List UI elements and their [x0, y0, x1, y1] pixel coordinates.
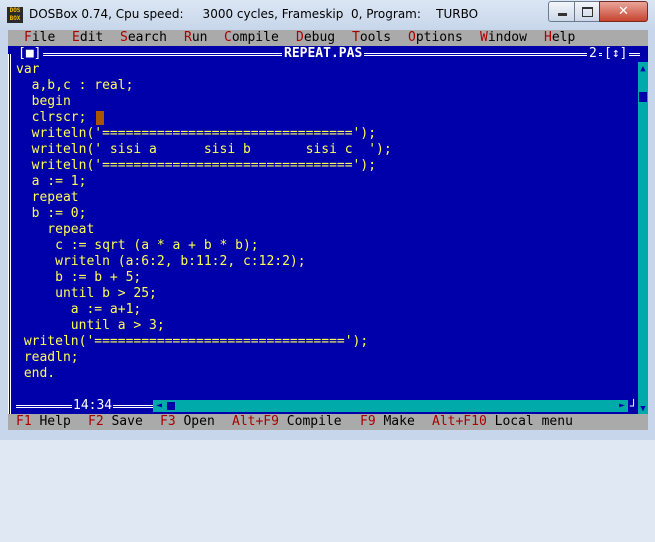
cursor-position: 14:34 — [72, 398, 114, 414]
vertical-scrollbar[interactable]: ▲ ▼ — [638, 62, 648, 416]
scroll-up-arrow-icon[interactable]: ▲ — [638, 64, 648, 74]
menu-run[interactable]: Run — [184, 30, 207, 46]
menu-window[interactable]: Window — [480, 30, 527, 46]
window-border-left — [0, 30, 8, 430]
status-save[interactable]: F2 Save — [88, 414, 143, 430]
editor-zoom-box[interactable]: [↕] — [602, 46, 630, 62]
status-open[interactable]: F3 Open — [160, 414, 215, 430]
editor-frame-bottom: 14:34 ◄ ► ┘ — [8, 398, 648, 414]
editor-filename: REPEAT.PAS — [282, 46, 365, 62]
dos-screen[interactable]: File Edit Search Run Compile Debug Tools… — [8, 30, 648, 430]
dosbox-icon[interactable]: DOS BOX — [7, 7, 23, 23]
close-box-icon: [■] — [18, 46, 42, 61]
horizontal-scrollbar[interactable]: ◄ ► — [153, 400, 628, 412]
code-line[interactable]: writeln('===============================… — [16, 334, 636, 350]
text-cursor — [96, 111, 104, 125]
code-line[interactable]: var — [16, 62, 636, 78]
menu-compile[interactable]: Compile — [224, 30, 279, 46]
code-line[interactable]: b := 0; — [16, 206, 636, 222]
code-editor[interactable]: var a,b,c : real; begin clrscr; writeln(… — [16, 62, 636, 412]
vertical-scroll-thumb[interactable] — [639, 92, 647, 102]
code-line[interactable]: until a > 3; — [16, 318, 636, 334]
code-line[interactable]: end. — [16, 366, 636, 382]
status-compile[interactable]: Alt+F9 Compile — [232, 414, 342, 430]
code-line[interactable]: repeat — [16, 222, 636, 238]
menu-options[interactable]: Options — [408, 30, 463, 46]
code-line[interactable]: b := b + 5; — [16, 270, 636, 286]
code-line[interactable]: writeln(' sisi a sisi b sisi c '); — [16, 142, 636, 158]
minimize-button[interactable] — [548, 1, 576, 22]
scroll-right-arrow-icon[interactable]: ► — [616, 400, 628, 412]
code-line[interactable]: writeln('===============================… — [16, 158, 636, 174]
window-title: DOSBox 0.74, Cpu speed: 3000 cycles, Fra… — [29, 7, 479, 21]
menu-file[interactable]: File — [24, 30, 55, 46]
menu-search[interactable]: Search — [120, 30, 167, 46]
code-line[interactable]: writeln('===============================… — [16, 126, 636, 142]
code-line[interactable]: begin — [16, 94, 636, 110]
code-line[interactable]: until b > 25; — [16, 286, 636, 302]
code-line[interactable]: writeln (a:6:2, b:11:2, c:12:2); — [16, 254, 636, 270]
code-line[interactable]: clrscr; — [16, 110, 636, 126]
menu-edit[interactable]: Edit — [72, 30, 103, 46]
zoom-icon: [↕] — [604, 46, 628, 61]
resize-corner-icon[interactable]: ┘ — [630, 398, 637, 414]
menu-tools[interactable]: Tools — [352, 30, 391, 46]
code-line[interactable]: c := sqrt (a * a + b * b); — [16, 238, 636, 254]
code-line[interactable]: readln; — [16, 350, 636, 366]
status-bar: F1 Help F2 Save F3 Open Alt+F9 Compile F… — [8, 414, 648, 430]
editor-frame-top: [■] REPEAT.PAS 2 [↕] — [8, 46, 648, 62]
maximize-icon — [582, 6, 593, 17]
close-button[interactable]: ✕ — [599, 1, 648, 22]
scroll-left-arrow-icon[interactable]: ◄ — [153, 400, 165, 412]
horizontal-scroll-thumb[interactable] — [167, 402, 175, 410]
code-line[interactable]: a := 1; — [16, 174, 636, 190]
menu-debug[interactable]: Debug — [296, 30, 335, 46]
status-make[interactable]: F9 Make — [360, 414, 415, 430]
editor-close-box[interactable]: [■] — [16, 46, 44, 62]
menu-help[interactable]: Help — [544, 30, 575, 46]
window-titlebar[interactable]: DOS BOX DOSBox 0.74, Cpu speed: 3000 cycl… — [0, 0, 655, 31]
status-local-menu[interactable]: Alt+F10 Local menu — [432, 414, 573, 430]
close-icon: ✕ — [618, 4, 629, 19]
maximize-button[interactable] — [574, 1, 601, 22]
code-line[interactable]: a,b,c : real; — [16, 78, 636, 94]
minimize-icon — [557, 13, 567, 16]
code-line[interactable]: repeat — [16, 190, 636, 206]
window-border-right — [648, 30, 655, 430]
menu-bar: File Edit Search Run Compile Debug Tools… — [8, 30, 648, 46]
status-help[interactable]: F1 Help — [16, 414, 71, 430]
code-line[interactable]: a := a+1; — [16, 302, 636, 318]
editor-frame-left — [8, 54, 14, 414]
editor-window-number: 2 — [587, 46, 599, 62]
window-border-bottom — [0, 430, 655, 440]
